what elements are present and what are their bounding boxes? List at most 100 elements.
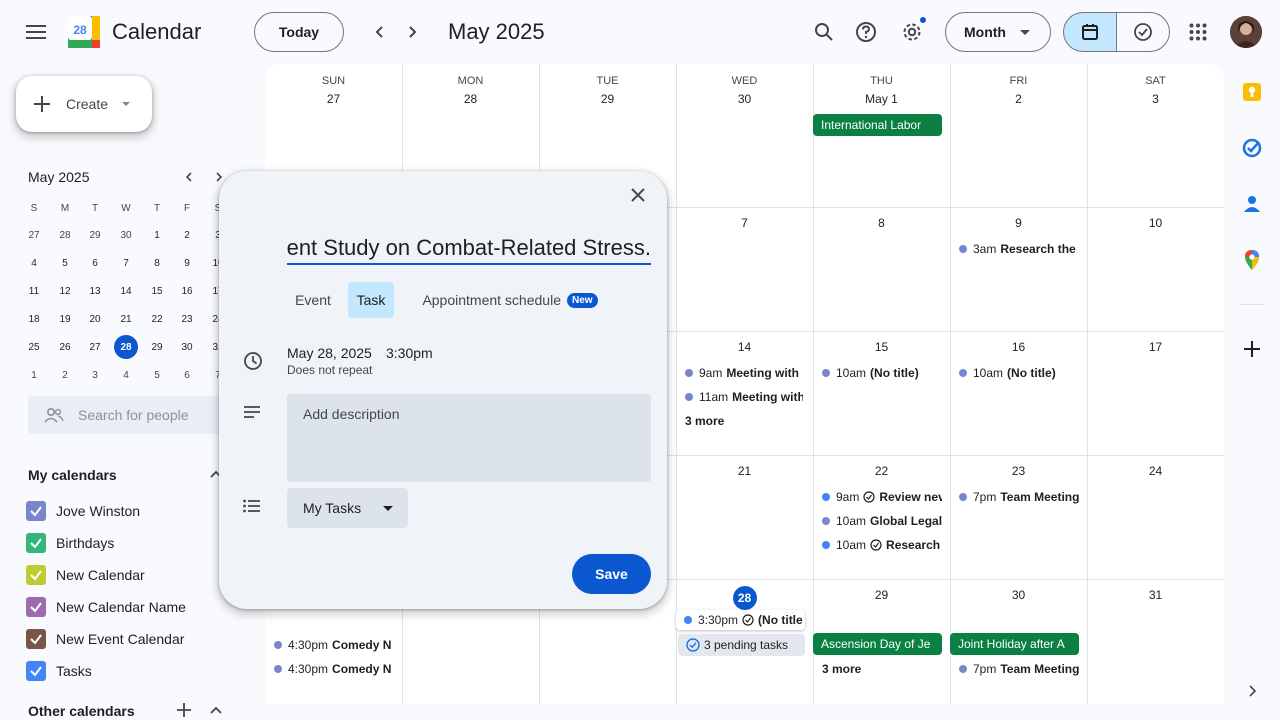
day-number[interactable]: 17 xyxy=(1087,340,1224,354)
day-number[interactable]: 28 xyxy=(676,586,813,610)
event-item[interactable]: 10am (No title) xyxy=(822,363,947,383)
mini-calendar-day[interactable]: 6 xyxy=(175,363,199,387)
more-events-link[interactable]: 3 more xyxy=(822,662,861,676)
mini-calendar-day[interactable]: 21 xyxy=(114,307,138,331)
task-time-field[interactable]: 3:30pm xyxy=(386,345,433,361)
keep-button[interactable] xyxy=(1240,80,1264,104)
event-item[interactable]: 4:30pm Comedy N xyxy=(274,635,394,655)
search-people-input[interactable]: Search for people xyxy=(28,396,228,434)
event-item[interactable]: 7pm Team Meeting xyxy=(959,659,1079,679)
close-dialog-button[interactable] xyxy=(623,180,653,210)
previous-month-button[interactable] xyxy=(364,16,396,48)
calendar-item[interactable]: New Calendar Name xyxy=(26,595,186,619)
day-number[interactable]: 22 xyxy=(813,464,950,478)
calendar-item[interactable]: Tasks xyxy=(26,659,92,683)
day-number[interactable]: 16 xyxy=(950,340,1087,354)
save-button[interactable]: Save xyxy=(572,554,651,594)
mini-calendar-day[interactable]: 30 xyxy=(175,335,199,359)
holiday-chip[interactable]: Joint Holiday after A xyxy=(950,633,1079,655)
day-number[interactable]: 28 xyxy=(402,92,539,106)
day-number[interactable]: 21 xyxy=(676,464,813,478)
event-item[interactable]: 9am Review nev xyxy=(822,487,942,507)
tasks-button[interactable] xyxy=(1240,136,1264,160)
mini-calendar-day[interactable]: 4 xyxy=(22,251,46,275)
calendar-checkbox[interactable] xyxy=(26,661,46,681)
day-number[interactable]: 27 xyxy=(265,92,402,106)
day-number[interactable]: 14 xyxy=(676,340,813,354)
event-item[interactable]: 3am Research the xyxy=(959,239,1079,259)
today-button[interactable]: Today xyxy=(254,12,344,52)
calendar-view-toggle[interactable] xyxy=(1063,12,1117,52)
tasks-view-toggle[interactable] xyxy=(1117,12,1170,52)
mini-calendar-day[interactable]: 3 xyxy=(83,363,107,387)
mini-calendar-day[interactable]: 27 xyxy=(83,335,107,359)
account-avatar[interactable] xyxy=(1230,16,1262,48)
tab-appointment-schedule[interactable]: Appointment schedule New xyxy=(405,282,615,318)
tab-event[interactable]: Event xyxy=(287,282,339,318)
holiday-chip[interactable]: Ascension Day of Je xyxy=(813,633,942,655)
day-number[interactable]: 23 xyxy=(950,464,1087,478)
mini-calendar-day[interactable]: 5 xyxy=(53,251,77,275)
mini-calendar-day[interactable]: 1 xyxy=(145,223,169,247)
calendar-item[interactable]: New Event Calendar xyxy=(26,627,184,651)
more-events-link[interactable]: 3 more xyxy=(685,414,724,428)
event-item[interactable]: 7pm Team Meeting xyxy=(959,487,1079,507)
next-month-button[interactable] xyxy=(396,16,428,48)
mini-calendar-day[interactable]: 28 xyxy=(53,223,77,247)
mini-calendar-day[interactable]: 6 xyxy=(83,251,107,275)
mini-calendar-day[interactable]: 29 xyxy=(83,223,107,247)
mini-calendar-day[interactable]: 26 xyxy=(53,335,77,359)
get-addons-button[interactable] xyxy=(1240,337,1264,361)
description-input[interactable]: Add description xyxy=(287,394,651,482)
holiday-chip[interactable]: International Labor xyxy=(813,114,942,136)
event-item[interactable]: 10am (No title) xyxy=(959,363,1084,383)
tab-task[interactable]: Task xyxy=(348,282,394,318)
day-number[interactable]: May 1 xyxy=(813,92,950,106)
expand-side-panel-button[interactable] xyxy=(1242,681,1262,701)
calendar-checkbox[interactable] xyxy=(26,629,46,649)
task-title-input[interactable]: ent Study on Combat-Related Stress. xyxy=(287,235,651,265)
day-number[interactable]: 7 xyxy=(676,216,813,230)
mini-calendar-day[interactable]: 27 xyxy=(22,223,46,247)
pending-tasks-chip[interactable]: 3 pending tasks xyxy=(678,634,805,656)
mini-calendar-day[interactable]: 12 xyxy=(53,279,77,303)
event-item[interactable]: 9am Meeting with I xyxy=(685,363,803,383)
day-number[interactable]: 24 xyxy=(1087,464,1224,478)
mini-calendar-day[interactable]: 4 xyxy=(114,363,138,387)
mini-calendar-prev-button[interactable] xyxy=(178,166,200,188)
day-number[interactable]: 15 xyxy=(813,340,950,354)
mini-calendar-day[interactable]: 30 xyxy=(114,223,138,247)
mini-calendar-day[interactable]: 9 xyxy=(175,251,199,275)
day-number[interactable]: 30 xyxy=(676,92,813,106)
event-item[interactable]: 11am Meeting with xyxy=(685,387,803,407)
event-item[interactable]: 3:30pm (No title xyxy=(676,610,805,630)
mini-calendar-day[interactable]: 2 xyxy=(175,223,199,247)
calendar-logo[interactable]: 28 xyxy=(68,16,100,48)
event-item[interactable]: 4:30pm Comedy N xyxy=(274,659,394,679)
mini-calendar-day[interactable]: 16 xyxy=(175,279,199,303)
mini-calendar-day[interactable]: 29 xyxy=(145,335,169,359)
day-number[interactable]: 31 xyxy=(1087,588,1224,602)
calendar-item[interactable]: Birthdays xyxy=(26,531,114,555)
view-selector[interactable]: Month xyxy=(945,12,1051,52)
google-apps-button[interactable] xyxy=(1178,12,1218,52)
mini-calendar-day[interactable]: 8 xyxy=(145,251,169,275)
mini-calendar-day[interactable]: 18 xyxy=(22,307,46,331)
day-number[interactable]: 30 xyxy=(950,588,1087,602)
calendar-checkbox[interactable] xyxy=(26,565,46,585)
repeat-field[interactable]: Does not repeat xyxy=(287,363,372,377)
maps-button[interactable] xyxy=(1240,248,1264,272)
help-button[interactable] xyxy=(846,12,886,52)
mini-calendar-day[interactable]: 5 xyxy=(145,363,169,387)
mini-calendar-day[interactable]: 7 xyxy=(114,251,138,275)
calendar-checkbox[interactable] xyxy=(26,597,46,617)
calendar-item[interactable]: Jove Winston xyxy=(26,499,140,523)
my-calendars-title[interactable]: My calendars xyxy=(28,467,117,483)
day-number[interactable]: 29 xyxy=(539,92,676,106)
mini-calendar-day[interactable]: 23 xyxy=(175,307,199,331)
day-number[interactable]: 29 xyxy=(813,588,950,602)
mini-calendar-day[interactable]: 14 xyxy=(114,279,138,303)
mini-calendar-day[interactable]: 11 xyxy=(22,279,46,303)
mini-calendar-day[interactable]: 25 xyxy=(22,335,46,359)
day-number[interactable]: 9 xyxy=(950,216,1087,230)
